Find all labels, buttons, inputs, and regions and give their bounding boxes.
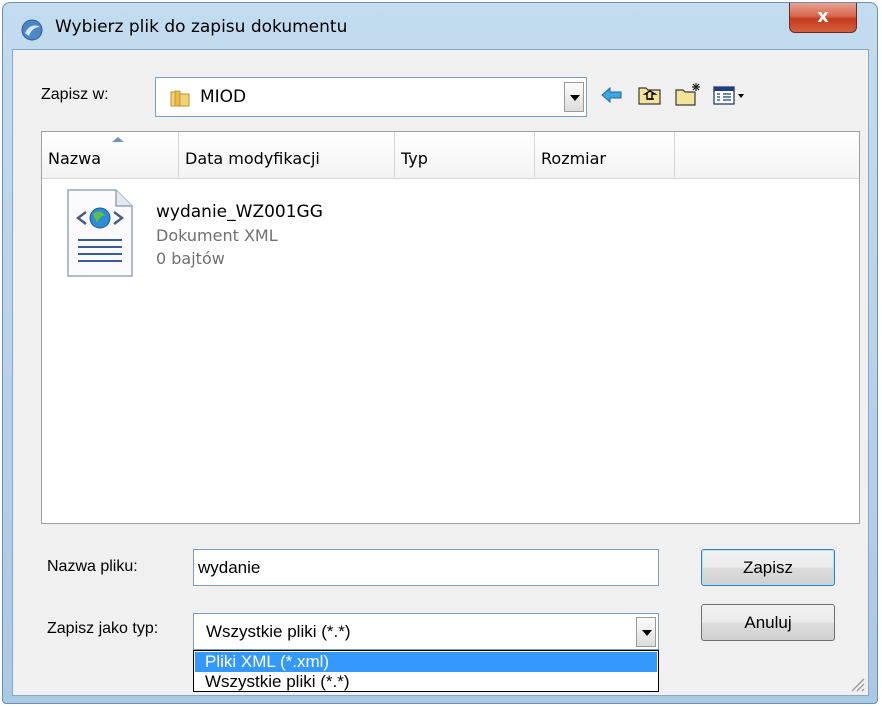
chevron-down-icon bbox=[642, 630, 652, 636]
save-in-value: MIOD bbox=[200, 87, 247, 107]
filename-input[interactable] bbox=[193, 549, 659, 586]
filetype-label: Zapisz jako typ: bbox=[47, 620, 159, 637]
filename-label: Nazwa pliku: bbox=[47, 558, 138, 575]
title-bar[interactable]: Wybierz plik do zapisu dokumentu x bbox=[3, 3, 877, 47]
file-list[interactable]: Nazwa Data modyfikacji Typ Rozmiar wydan… bbox=[41, 131, 860, 524]
column-header-name[interactable]: Nazwa bbox=[42, 132, 179, 177]
xml-file-icon bbox=[67, 189, 133, 277]
window-title: Wybierz plik do zapisu dokumentu bbox=[55, 17, 348, 37]
filetype-option-xml[interactable]: Pliki XML (*.xml) bbox=[195, 652, 657, 672]
resize-grip-icon[interactable] bbox=[848, 675, 866, 693]
file-name: wydanie_WZ001GG bbox=[156, 202, 323, 222]
column-header-row: Nazwa Data modyfikacji Typ Rozmiar bbox=[42, 132, 859, 179]
save-in-dropdown[interactable]: MIOD bbox=[155, 77, 587, 117]
new-folder-icon[interactable] bbox=[673, 80, 703, 110]
column-header-size[interactable]: Rozmiar bbox=[535, 132, 675, 177]
column-header-type[interactable]: Typ bbox=[395, 132, 535, 177]
save-in-label: Zapisz w: bbox=[41, 86, 109, 103]
filetype-options-list: Pliki XML (*.xml) Wszystkie pliki (*.*) bbox=[193, 650, 659, 692]
folder-icon bbox=[170, 90, 190, 107]
filetype-option-all[interactable]: Wszystkie pliki (*.*) bbox=[195, 672, 657, 692]
close-icon: x bbox=[817, 6, 829, 27]
dialog-client-area: Zapisz w: MIOD Nazwa Data modyfikacji Ty… bbox=[12, 49, 869, 696]
save-dialog-window: Wybierz plik do zapisu dokumentu x Zapis… bbox=[2, 2, 878, 704]
up-folder-icon[interactable] bbox=[635, 80, 665, 110]
list-item[interactable]: wydanie_WZ001GG Dokument XML 0 bajtów bbox=[64, 188, 364, 298]
close-button[interactable]: x bbox=[789, 3, 857, 33]
file-type: Dokument XML bbox=[156, 226, 278, 245]
chevron-down-icon bbox=[570, 95, 580, 101]
sort-ascending-icon bbox=[112, 137, 124, 142]
save-button[interactable]: Zapisz bbox=[701, 549, 835, 586]
save-in-dropdown-button[interactable] bbox=[564, 82, 584, 112]
column-header-date[interactable]: Data modyfikacji bbox=[179, 132, 395, 177]
view-menu-icon[interactable] bbox=[711, 80, 749, 110]
filetype-dropdown[interactable]: Wszystkie pliki (*.*) bbox=[193, 613, 659, 650]
filetype-dropdown-button[interactable] bbox=[636, 617, 656, 647]
back-icon[interactable] bbox=[597, 80, 627, 110]
cancel-button[interactable]: Anuluj bbox=[701, 604, 835, 641]
app-icon bbox=[21, 19, 43, 41]
filetype-value: Wszystkie pliki (*.*) bbox=[206, 622, 351, 641]
file-size: 0 bajtów bbox=[156, 249, 225, 268]
